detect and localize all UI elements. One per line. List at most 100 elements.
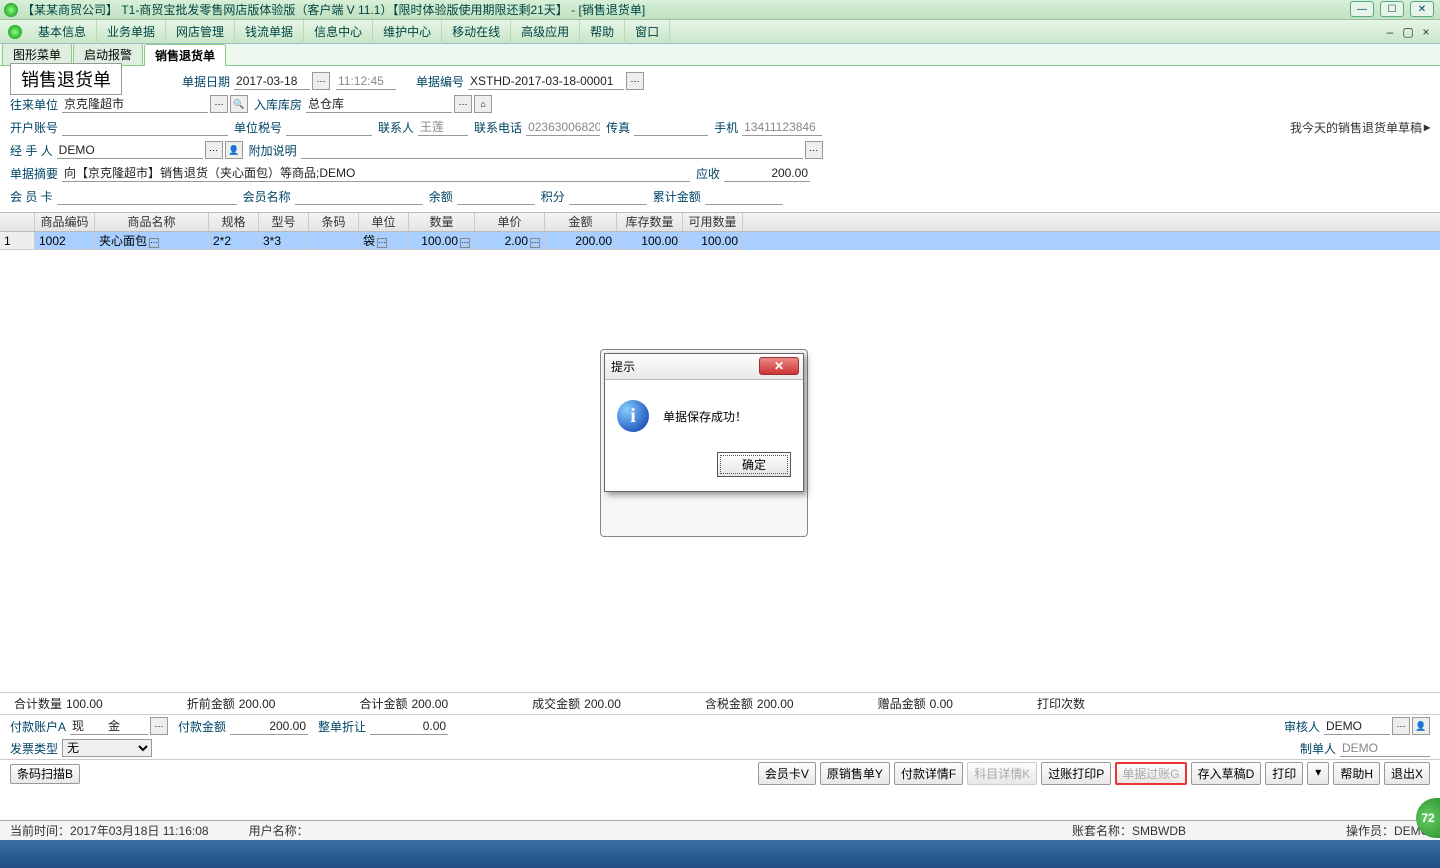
col-model[interactable]: 型号 xyxy=(259,213,309,231)
payacct-value[interactable]: 现 金 xyxy=(70,717,148,735)
col-amount[interactable]: 金额 xyxy=(545,213,617,231)
tab-graphic-menu[interactable]: 图形菜单 xyxy=(2,43,72,65)
col-rownum[interactable] xyxy=(0,213,35,231)
save-draft-button[interactable]: 存入草稿D xyxy=(1191,762,1262,785)
col-unit[interactable]: 单位 xyxy=(359,213,409,231)
minimize-button[interactable]: — xyxy=(1350,1,1374,17)
modal-ok-button[interactable]: 确定 xyxy=(717,452,791,477)
menu-basic-info[interactable]: 基本信息 xyxy=(28,20,97,44)
cell-barcode[interactable] xyxy=(309,232,359,250)
menu-shop-manage[interactable]: 网店管理 xyxy=(166,20,235,44)
maximize-button[interactable]: ☐ xyxy=(1380,1,1404,17)
os-taskbar[interactable] xyxy=(0,840,1440,868)
cell-qty[interactable]: 100.00⋯ xyxy=(409,232,475,250)
cell-price-picker-icon[interactable]: ⋯ xyxy=(530,238,540,248)
from-picker-button[interactable]: ⋯ xyxy=(210,95,228,113)
disc-value[interactable]: 0.00 xyxy=(370,717,448,735)
help-button[interactable]: 帮助H xyxy=(1333,762,1380,785)
col-spec[interactable]: 规格 xyxy=(209,213,259,231)
menu-maintain[interactable]: 维护中心 xyxy=(373,20,442,44)
fax-value[interactable] xyxy=(634,118,708,136)
handler-picker-button[interactable]: ⋯ xyxy=(205,141,223,159)
form-area: 销售退货单 单据日期 2017-03-18 ⋯ 11:12:45 单据编号 XS… xyxy=(0,66,1440,212)
mdi-close[interactable]: × xyxy=(1418,25,1434,39)
table-row[interactable]: 1 1002 夹心面包⋯ 2*2 3*3 袋⋯ 100.00⋯ 2.00⋯ 20… xyxy=(0,232,1440,250)
cell-amount[interactable]: 200.00 xyxy=(545,232,617,250)
tel-value[interactable]: 02363006820 xyxy=(526,118,600,136)
from-label: 往来单位 xyxy=(10,96,58,113)
orig-sale-button[interactable]: 原销售单Y xyxy=(820,762,890,785)
cell-unit-picker-icon[interactable]: ⋯ xyxy=(377,238,387,248)
total-print: 打印次数 xyxy=(1033,695,1085,712)
fax-label: 传真 xyxy=(606,119,630,136)
pay-detail-button[interactable]: 付款详情F xyxy=(894,762,963,785)
mobile-value[interactable]: 13411123846 xyxy=(742,118,822,136)
cell-name[interactable]: 夹心面包⋯ xyxy=(95,232,209,250)
post-print-button[interactable]: 过账打印P xyxy=(1041,762,1111,785)
payamt-value[interactable]: 200.00 xyxy=(230,717,308,735)
modal-close-button[interactable]: ✕ xyxy=(759,357,799,375)
menu-mobile[interactable]: 移动在线 xyxy=(442,20,511,44)
modal-title-text: 提示 xyxy=(611,358,635,375)
barcode-scan-button[interactable]: 条码扫描B xyxy=(10,764,80,784)
menu-window[interactable]: 窗口 xyxy=(625,20,670,44)
wh-value[interactable]: 总仓库 xyxy=(306,95,452,113)
tab-sales-return[interactable]: 销售退货单 xyxy=(144,44,226,66)
acct-value[interactable] xyxy=(62,118,228,136)
menu-info-center[interactable]: 信息中心 xyxy=(304,20,373,44)
cell-qty-picker-icon[interactable]: ⋯ xyxy=(460,238,470,248)
col-price[interactable]: 单价 xyxy=(475,213,545,231)
print-dropdown-button[interactable]: ▾ xyxy=(1307,762,1329,785)
wh-home-icon[interactable]: ⌂ xyxy=(474,95,492,113)
card-value[interactable] xyxy=(57,187,237,205)
wh-picker-button[interactable]: ⋯ xyxy=(454,95,472,113)
cum-value xyxy=(705,187,783,205)
cell-name-picker-icon[interactable]: ⋯ xyxy=(149,238,159,248)
col-code[interactable]: 商品编码 xyxy=(35,213,95,231)
date-picker-button[interactable]: ⋯ xyxy=(312,72,330,90)
menu-money-docs[interactable]: 钱流单据 xyxy=(235,20,304,44)
print-button[interactable]: 打印 xyxy=(1265,762,1303,785)
modal-title-bar[interactable]: 提示 ✕ xyxy=(605,354,803,380)
tax-value[interactable] xyxy=(286,118,372,136)
col-qty[interactable]: 数量 xyxy=(409,213,475,231)
grid-header: 商品编码 商品名称 规格 型号 条码 单位 数量 单价 金额 库存数量 可用数量 xyxy=(0,212,1440,232)
cell-code[interactable]: 1002 xyxy=(35,232,95,250)
payacct-picker-button[interactable]: ⋯ xyxy=(150,717,168,735)
handler-label: 经 手 人 xyxy=(10,142,53,159)
date-value[interactable]: 2017-03-18 xyxy=(234,72,310,90)
cell-spec[interactable]: 2*2 xyxy=(209,232,259,250)
cell-price[interactable]: 2.00⋯ xyxy=(475,232,545,250)
inv-select[interactable]: 无 xyxy=(62,739,152,757)
remark-value[interactable] xyxy=(301,141,803,159)
docno-picker-button[interactable]: ⋯ xyxy=(626,72,644,90)
col-barcode[interactable]: 条码 xyxy=(309,213,359,231)
col-name[interactable]: 商品名称 xyxy=(95,213,209,231)
cell-model[interactable]: 3*3 xyxy=(259,232,309,250)
col-avail[interactable]: 可用数量 xyxy=(683,213,743,231)
close-button[interactable]: ✕ xyxy=(1410,1,1434,17)
contact-value[interactable]: 王莲 xyxy=(418,118,468,136)
handler-user-icon[interactable]: 👤 xyxy=(225,141,243,159)
cell-unit[interactable]: 袋⋯ xyxy=(359,232,409,250)
tab-startup-alarm[interactable]: 启动报警 xyxy=(73,43,143,65)
auditor-value[interactable]: DEMO xyxy=(1324,717,1390,735)
menu-biz-docs[interactable]: 业务单据 xyxy=(97,20,166,44)
summary-value[interactable]: 向【京克隆超市】销售退货（夹心面包）等商品;DEMO xyxy=(62,164,690,182)
col-stock[interactable]: 库存数量 xyxy=(617,213,683,231)
draft-note[interactable]: 我今天的销售退货单草稿 ▸ xyxy=(1290,119,1430,136)
auditor-user-icon[interactable]: 👤 xyxy=(1412,717,1430,735)
remark-picker-button[interactable]: ⋯ xyxy=(805,141,823,159)
menu-help[interactable]: 帮助 xyxy=(580,20,625,44)
auditor-picker-button[interactable]: ⋯ xyxy=(1392,717,1410,735)
bal-value xyxy=(457,187,535,205)
exit-button[interactable]: 退出X xyxy=(1384,762,1430,785)
docno-value[interactable]: XSTHD-2017-03-18-00001 xyxy=(468,72,624,90)
mdi-min[interactable]: – xyxy=(1382,25,1398,39)
mdi-max[interactable]: ▢ xyxy=(1400,25,1416,39)
handler-value[interactable]: DEMO xyxy=(57,141,203,159)
from-value[interactable]: 京克隆超市 xyxy=(62,95,208,113)
menu-advanced[interactable]: 高级应用 xyxy=(511,20,580,44)
member-card-button[interactable]: 会员卡V xyxy=(758,762,816,785)
from-lookup-icon[interactable]: 🔍 xyxy=(230,95,248,113)
